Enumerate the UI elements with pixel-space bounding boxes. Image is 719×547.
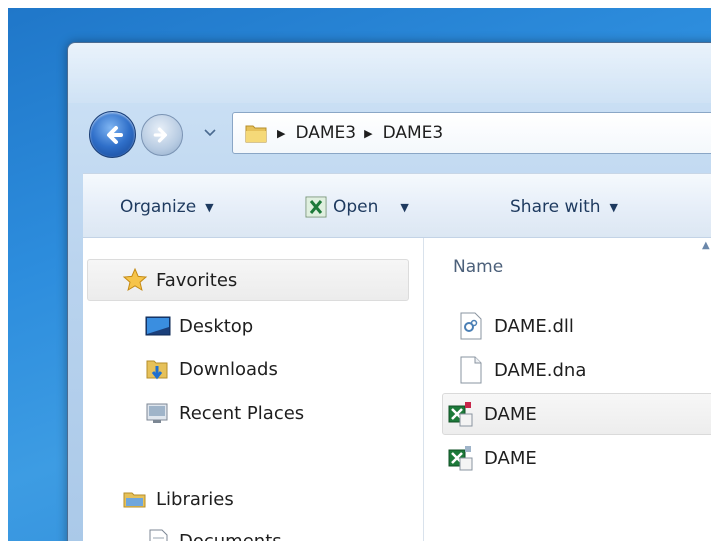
sort-ascending-icon: ▲	[702, 240, 710, 251]
nav-desktop[interactable]: Desktop	[145, 311, 253, 341]
file-name: DAME.dna	[494, 359, 587, 381]
recent-pages-dropdown[interactable]	[203, 126, 217, 140]
breadcrumb-item[interactable]: DAME3	[295, 121, 356, 145]
open-label: Open	[333, 197, 379, 217]
dll-file-icon	[460, 312, 482, 340]
nav-downloads-label: Downloads	[179, 358, 278, 380]
nav-libraries-label: Libraries	[156, 488, 234, 510]
file-item[interactable]: DAME	[448, 396, 537, 432]
file-name: DAME.dll	[494, 315, 574, 337]
excel-addin-icon	[448, 446, 473, 471]
file-item[interactable]: DAME	[448, 440, 537, 476]
address-bar[interactable]: ▶ DAME3 ▶ DAME3	[232, 112, 719, 154]
nav-recent-places-label: Recent Places	[179, 402, 305, 424]
nav-downloads[interactable]: Downloads	[145, 354, 278, 384]
nav-favorites-label: Favorites	[156, 269, 238, 291]
file-item[interactable]: DAME.dna	[458, 352, 586, 388]
chevron-down-icon[interactable]: ▼	[400, 201, 408, 214]
share-with-label: Share with	[510, 197, 601, 217]
nav-favorites[interactable]: Favorites	[122, 265, 237, 295]
screenshot-border	[0, 0, 8, 547]
share-with-button[interactable]: Share with ▼	[510, 193, 618, 221]
screenshot-border	[0, 541, 719, 547]
excel-addin-icon	[448, 402, 473, 427]
open-button[interactable]: Open ▼	[305, 193, 409, 221]
star-icon	[122, 267, 148, 292]
breadcrumb-separator[interactable]: ▶	[277, 127, 285, 140]
forward-button[interactable]	[141, 114, 183, 156]
organize-label: Organize	[120, 197, 197, 217]
nav-recent-places[interactable]: Recent Places	[145, 398, 304, 428]
blank-file-icon	[460, 356, 482, 384]
desktop-icon	[145, 316, 171, 336]
breadcrumb-separator[interactable]: ▶	[364, 127, 372, 140]
file-name: DAME	[484, 447, 537, 469]
breadcrumb-item[interactable]: DAME3	[383, 121, 444, 145]
chevron-down-icon	[204, 129, 216, 137]
file-name: DAME	[484, 403, 537, 425]
nav-desktop-label: Desktop	[179, 315, 254, 337]
screenshot-border	[711, 0, 719, 547]
chevron-down-icon: ▼	[205, 200, 214, 214]
forward-arrow-icon	[153, 127, 167, 143]
chevron-down-icon: ▼	[609, 200, 618, 214]
screenshot-border	[0, 0, 719, 8]
excel-icon	[305, 196, 327, 218]
back-arrow-icon	[106, 125, 123, 144]
window-glass	[68, 43, 719, 103]
column-header-name[interactable]: Name	[453, 257, 503, 277]
recent-places-icon	[146, 403, 168, 423]
downloads-folder-icon	[146, 360, 168, 380]
file-item[interactable]: DAME.dll	[458, 308, 574, 344]
libraries-icon	[123, 492, 146, 508]
organize-button[interactable]: Organize ▼	[120, 193, 214, 221]
back-button[interactable]	[89, 111, 136, 158]
folder-icon	[245, 125, 267, 143]
nav-libraries[interactable]: Libraries	[122, 484, 234, 514]
